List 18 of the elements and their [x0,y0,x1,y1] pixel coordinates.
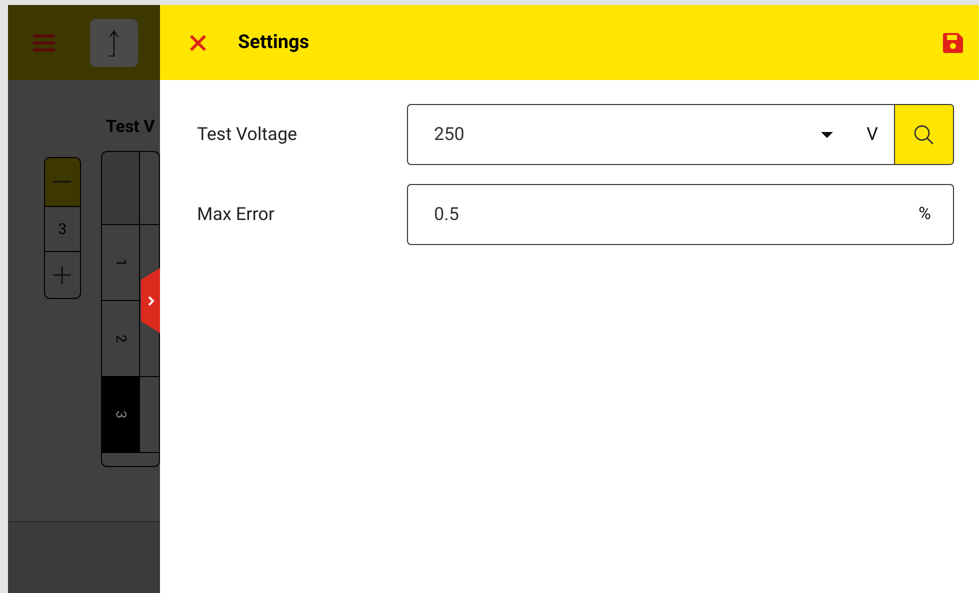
settings-title: Settings [238,29,310,56]
chevron-right-icon [146,294,154,306]
stepper-value: 3 [45,206,80,252]
minus-icon [53,181,72,183]
caret-down-icon [820,132,833,138]
field-label: Test Voltage [197,123,298,147]
close-icon [189,34,207,52]
search-button[interactable] [894,105,953,164]
input-field[interactable]: 0.5 % [407,184,954,245]
close-button[interactable] [188,32,208,52]
plus-icon [53,266,72,284]
section-heading: Test V [106,117,156,137]
dropdown-field[interactable]: 250 V [407,104,954,165]
field-label: Max Error [197,203,276,227]
save-icon[interactable] [941,30,965,54]
row-number-cell[interactable]: 3 [102,377,140,452]
arrow-up-icon [107,28,121,56]
search-icon [913,124,935,146]
